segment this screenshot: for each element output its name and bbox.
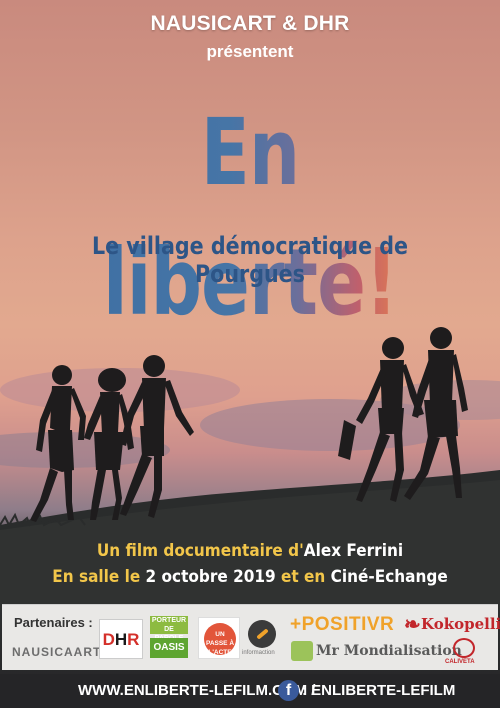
porteur-de-parole-logo: PORTEUR DE PAROLE	[150, 616, 188, 642]
director-name: Alex Ferrini	[303, 541, 404, 561]
release-mid: et en	[275, 567, 331, 587]
partners-label: Partenaires :	[14, 615, 93, 630]
caliveta-icon	[453, 638, 475, 658]
kokopelli-icon: ❧	[404, 614, 421, 636]
credit-prefix: Un film documentaire d'	[96, 541, 304, 561]
dhr-h: H	[114, 630, 128, 649]
release-date: 2 octobre 2019	[145, 567, 276, 587]
caliveta-logo: CALIVETA	[445, 659, 475, 665]
release-venue: Ciné-Echange	[330, 567, 448, 587]
film-title: En liberté!	[55, 88, 445, 348]
kokopelli-logo: Kokopelli	[421, 615, 500, 633]
release-prefix: En salle le	[52, 567, 146, 587]
informaction-label: informaction	[242, 650, 275, 656]
facebook-icon[interactable]: f	[278, 680, 299, 701]
person-silhouette-4	[338, 337, 424, 502]
positivr-logo: +POSITIVR	[290, 614, 395, 635]
film-subtitle: Le village démocratique de Pourgues	[91, 232, 409, 288]
nausicaart-logo: NAUSICAART	[12, 645, 102, 659]
mr-mondialisation-logo: Mr Mondialisation	[316, 643, 462, 659]
un-passe-a-lacte-logo: UN PASSE À L'ACTE	[198, 617, 240, 659]
oasis-logo: OASIS	[150, 638, 188, 658]
informaction-icon	[248, 620, 276, 648]
dhr-r: R	[127, 630, 140, 649]
dhr-logo: DHR	[99, 619, 143, 659]
mr-mondialisation-icon	[291, 641, 313, 661]
presents-text: présentent	[206, 42, 294, 61]
un-passe-disc: UN PASSE À L'ACTE	[204, 623, 236, 656]
credit-release: En salle le 2 octobre 2019 et en Ciné-Ec…	[25, 567, 475, 587]
poster: NAUSICART & DHR présentent En liberté! L…	[0, 0, 500, 708]
partners-band: Partenaires : NAUSICAART DHR PORTEUR DE …	[2, 604, 500, 670]
person-silhouette-5	[404, 327, 468, 500]
person-silhouette-1	[30, 365, 86, 522]
presenters: NAUSICART & DHR	[150, 12, 350, 35]
dhr-d: D	[102, 630, 115, 649]
facebook-link[interactable]: : ENLIBERTE-LEFILM	[302, 682, 455, 699]
footer-bar: WWW.ENLIBERTE-LEFILM.COM / f : ENLIBERTE…	[0, 674, 500, 708]
credit-director: Un film documentaire d'Alex Ferrini	[25, 541, 475, 561]
